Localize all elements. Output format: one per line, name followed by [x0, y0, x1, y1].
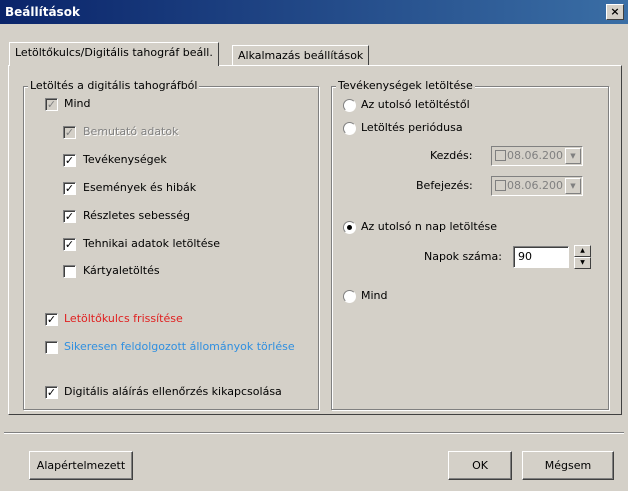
checkbox-key-refresh[interactable]: ✓: [45, 313, 58, 326]
tab-download-key-settings[interactable]: Letöltőkulcs/Digitális tahográf beáll.: [9, 42, 219, 66]
checkbox-all[interactable]: ✓: [45, 98, 58, 111]
chevron-down-icon[interactable]: ▼: [565, 148, 581, 164]
days-count-label: Napok száma:: [424, 250, 502, 263]
tab-label: Alkalmazás beállítások: [238, 49, 364, 62]
checkbox-card-download[interactable]: [63, 265, 76, 278]
checkbox-activities-label: Tevékenységek: [83, 153, 167, 166]
checkbox-activities[interactable]: ✓: [63, 154, 76, 167]
ok-button[interactable]: OK: [448, 451, 512, 480]
window-title: Beállítások: [5, 5, 80, 19]
radio-dot-icon: [347, 225, 352, 230]
radio-since-last-download-label: Az utolsó letöltéstől: [361, 98, 470, 111]
checkbox-demo-data[interactable]: ✓: [63, 126, 76, 139]
days-count-value: 90: [518, 250, 532, 263]
end-date-value: 08.06.200: [507, 179, 563, 192]
checkbox-disable-signature[interactable]: ✓: [45, 386, 58, 399]
radio-since-last-download[interactable]: [343, 99, 356, 112]
separator: [4, 432, 624, 434]
tab-label: Letöltőkulcs/Digitális tahográf beáll.: [15, 46, 213, 59]
radio-all-label: Mind: [361, 289, 388, 302]
checkbox-all-label: Mind: [64, 97, 91, 110]
spin-down-icon[interactable]: ▼: [574, 257, 591, 269]
checkbox-card-download-label: Kártyaletöltés: [83, 264, 160, 277]
tab-application-settings[interactable]: Alkalmazás beállítások: [232, 45, 370, 67]
checkbox-detailed-speed[interactable]: ✓: [63, 210, 76, 223]
end-date-picker[interactable]: 08.06.200 ▼: [491, 176, 583, 196]
checkbox-events-faults-label: Események és hibák: [83, 181, 197, 194]
checkbox-delete-processed[interactable]: [45, 341, 58, 354]
start-date-picker[interactable]: 08.06.200 ▼: [491, 146, 583, 166]
days-count-input[interactable]: 90: [513, 246, 569, 268]
radio-last-n-days[interactable]: [343, 221, 356, 234]
start-date-value: 08.06.200: [507, 149, 563, 162]
defaults-button[interactable]: Alapértelmezett: [29, 451, 133, 480]
checkbox-technical-data-label: Tehnikai adatok letöltése: [83, 237, 220, 250]
checkbox-detailed-speed-label: Részletes sebesség: [83, 209, 191, 222]
group-legend: Tevékenységek letöltése: [336, 79, 475, 92]
radio-download-period[interactable]: [343, 122, 356, 135]
checkbox-events-faults[interactable]: ✓: [63, 182, 76, 195]
spin-up-icon[interactable]: ▲: [574, 245, 591, 257]
close-button[interactable]: ×: [606, 4, 624, 20]
checkbox-disable-signature-label: Digitális aláírás ellenőrzés kikapcsolás…: [64, 385, 282, 398]
title-bar: Beállítások ×: [0, 0, 628, 24]
chevron-down-icon[interactable]: ▼: [565, 178, 581, 194]
date-checkbox[interactable]: [495, 180, 506, 191]
cancel-button[interactable]: Mégsem: [522, 451, 614, 480]
group-legend: Letöltés a digitális tahográfból: [28, 79, 200, 92]
checkbox-demo-data-label: Bemutató adatok: [83, 125, 179, 138]
end-date-label: Befejezés:: [416, 179, 473, 192]
radio-download-period-label: Letöltés periódusa: [361, 121, 463, 134]
radio-last-n-days-label: Az utolsó n nap letöltése: [361, 220, 497, 233]
radio-all[interactable]: [343, 290, 356, 303]
checkbox-technical-data[interactable]: ✓: [63, 238, 76, 251]
checkbox-delete-processed-label: Sikeresen feldolgozott állományok törlés…: [64, 340, 295, 353]
start-date-label: Kezdés:: [430, 149, 473, 162]
date-checkbox[interactable]: [495, 150, 506, 161]
checkbox-key-refresh-label: Letöltőkulcs frissítése: [64, 312, 183, 325]
